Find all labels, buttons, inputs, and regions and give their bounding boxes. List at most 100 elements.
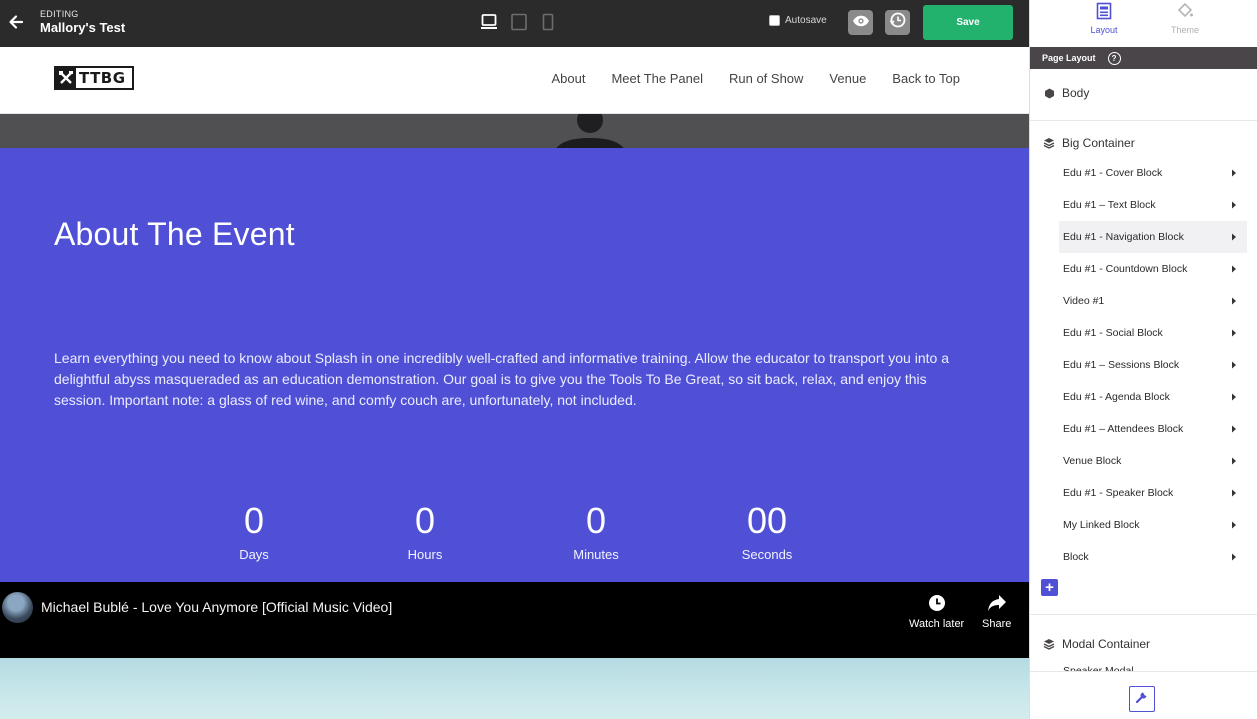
about-description: Learn everything you need to know about … [54, 350, 949, 408]
block-list-item[interactable]: Edu #1 - Navigation Block [1059, 221, 1247, 253]
block-list-item[interactable]: Edu #1 – Sessions Block [1059, 349, 1247, 381]
nav-link-back-to-top[interactable]: Back to Top [892, 71, 960, 86]
chevron-right-icon[interactable] [1229, 232, 1239, 242]
tab-theme[interactable]: Theme [1145, 0, 1225, 47]
block-list-item-label: My Linked Block [1063, 519, 1140, 531]
countdown-seconds: 00 Seconds [717, 500, 817, 562]
tablet-view-icon[interactable] [510, 13, 528, 31]
countdown-minutes: 0 Minutes [546, 500, 646, 562]
settings-button[interactable] [1129, 686, 1155, 712]
block-list-item[interactable]: Video #1 [1059, 285, 1247, 317]
block-list-item-label: Edu #1 - Agenda Block [1063, 391, 1170, 403]
video-title[interactable]: Michael Bublé - Love You Anymore [Offici… [41, 599, 392, 615]
site-logo[interactable]: TTBG [54, 66, 134, 90]
help-icon[interactable]: ? [1107, 51, 1121, 65]
tab-layout-label: Layout [1090, 25, 1118, 35]
back-arrow-icon[interactable] [6, 12, 26, 32]
autosave-label: Autosave [785, 15, 827, 26]
block-list-item[interactable]: Edu #1 - Speaker Block [1059, 477, 1247, 509]
chevron-right-icon[interactable] [1229, 520, 1239, 530]
block-list-item[interactable]: Edu #1 - Countdown Block [1059, 253, 1247, 285]
history-icon [889, 11, 907, 34]
block-list-item[interactable]: Edu #1 - Cover Block [1059, 157, 1247, 189]
chevron-right-icon[interactable] [1229, 168, 1239, 178]
logo-text: TTBG [79, 69, 126, 87]
chevron-right-icon[interactable] [1229, 200, 1239, 210]
editor-topbar: EDITING Mallory's Test Autosave Save [0, 0, 1029, 47]
layers-icon [1043, 137, 1055, 149]
block-list-item-label: Edu #1 - Cover Block [1063, 167, 1163, 179]
panel-tabs: Layout Theme [1030, 0, 1257, 47]
cover-image [0, 114, 1029, 148]
share-button[interactable]: Share [982, 594, 1011, 630]
block-list: Edu #1 - Cover Block Edu #1 – Text Block E… [1059, 157, 1247, 573]
site-navigation: TTBG About Meet The Panel Run of Show Ve… [0, 47, 1029, 114]
chevron-right-icon[interactable] [1229, 392, 1239, 402]
block-list-item[interactable]: Edu #1 - Agenda Block [1059, 381, 1247, 413]
mobile-view-icon[interactable] [539, 13, 557, 31]
page-layout-label: Page Layout [1042, 53, 1096, 63]
nav-link-meet-the-panel[interactable]: Meet The Panel [611, 71, 703, 86]
watch-later-button[interactable]: Watch later [909, 594, 964, 630]
nav-link-about[interactable]: About [551, 71, 585, 86]
countdown-hours-value: 0 [414, 500, 436, 541]
big-container-label: Big Container [1062, 136, 1135, 150]
video-embed[interactable]: Michael Bublé - Love You Anymore [Offici… [0, 582, 1029, 658]
countdown-seconds-value: 00 [746, 500, 788, 541]
body-layer[interactable]: Body [1030, 84, 1257, 102]
chevron-right-icon[interactable] [1229, 424, 1239, 434]
channel-avatar[interactable] [2, 592, 33, 623]
history-button[interactable] [885, 10, 910, 35]
page-name: Mallory's Test [40, 20, 126, 35]
add-block-button[interactable]: + [1041, 579, 1058, 596]
chevron-right-icon[interactable] [1229, 488, 1239, 498]
editing-label: EDITING [40, 9, 79, 19]
block-list-item-label: Block [1063, 551, 1089, 563]
tab-layout[interactable]: Layout [1064, 0, 1144, 47]
block-list-item[interactable]: Edu #1 – Attendees Block [1059, 413, 1247, 445]
tools-icon [56, 68, 76, 88]
chevron-right-icon[interactable] [1229, 360, 1239, 370]
clock-icon [928, 594, 946, 615]
countdown-days: 0 Days [204, 500, 304, 562]
body-label: Body [1062, 86, 1090, 100]
panel-divider [1030, 120, 1257, 121]
about-section: About The Event Learn everything you nee… [0, 148, 1029, 582]
big-container-layer[interactable]: Big Container [1030, 134, 1257, 152]
block-list-item[interactable]: Edu #1 – Text Block [1059, 189, 1247, 221]
block-list-item-label: Edu #1 - Countdown Block [1063, 263, 1188, 275]
share-label: Share [982, 618, 1012, 630]
countdown-seconds-label: Seconds [741, 547, 793, 562]
block-list-item-label: Edu #1 - Social Block [1063, 327, 1163, 339]
chevron-right-icon[interactable] [1229, 456, 1239, 466]
preview-button[interactable] [848, 10, 873, 35]
desktop-view-icon[interactable] [480, 13, 498, 31]
autosave-checkbox[interactable] [769, 15, 780, 26]
block-list-item[interactable]: My Linked Block [1059, 509, 1247, 541]
paint-bucket-icon [1176, 1, 1194, 21]
chevron-right-icon[interactable] [1229, 264, 1239, 274]
background-image [0, 658, 1029, 719]
about-title: About The Event [54, 216, 295, 252]
block-list-item-label: Edu #1 - Speaker Block [1063, 487, 1174, 499]
nav-link-run-of-show[interactable]: Run of Show [729, 71, 803, 86]
block-list-item-label: Edu #1 – Sessions Block [1063, 359, 1180, 371]
wrench-icon [1135, 690, 1149, 709]
chevron-right-icon[interactable] [1229, 552, 1239, 562]
save-button[interactable]: Save [923, 5, 1013, 40]
block-list-item-label: Video #1 [1063, 295, 1105, 307]
chevron-right-icon[interactable] [1229, 328, 1239, 338]
block-list-item-label: Edu #1 – Text Block [1063, 199, 1156, 211]
autosave-toggle[interactable]: Autosave [769, 15, 827, 26]
block-list-item[interactable]: Venue Block [1059, 445, 1247, 477]
block-list-item-label: Edu #1 – Attendees Block [1063, 423, 1184, 435]
tab-theme-label: Theme [1170, 25, 1199, 35]
modal-container-layer[interactable]: Modal Container [1030, 635, 1257, 653]
eye-icon [852, 14, 870, 32]
cube-icon [1043, 87, 1055, 99]
block-list-item[interactable]: Block [1059, 541, 1247, 573]
nav-link-venue[interactable]: Venue [829, 71, 866, 86]
page-layout-header: Page Layout ? [1030, 47, 1257, 69]
chevron-right-icon[interactable] [1229, 296, 1239, 306]
block-list-item[interactable]: Edu #1 - Social Block [1059, 317, 1247, 349]
